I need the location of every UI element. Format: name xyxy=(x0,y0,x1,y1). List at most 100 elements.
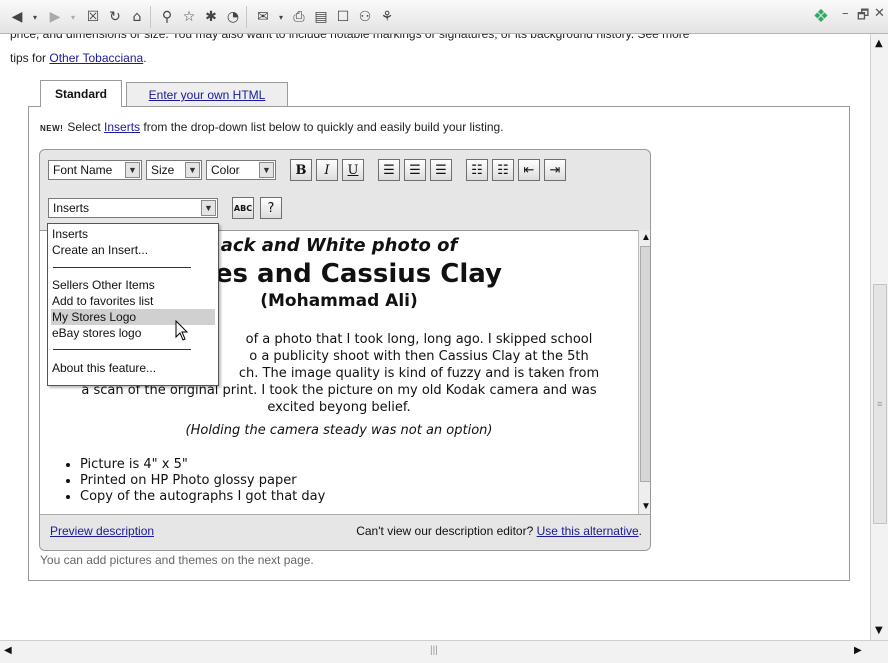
indent-button[interactable]: ⇥ xyxy=(544,159,566,181)
scroll-up-icon[interactable]: ▲ xyxy=(875,38,883,49)
use-alternative-link[interactable]: Use this alternative xyxy=(537,524,639,538)
back-icon[interactable]: ◀ xyxy=(8,8,26,26)
cant-view-text: Can't view our description editor? xyxy=(356,524,537,538)
color-select[interactable]: Color ▼ xyxy=(206,160,276,180)
new-notice-prefix: Select xyxy=(67,120,105,134)
inserts-select-label: Inserts xyxy=(53,201,90,215)
media-icon[interactable]: ✱ xyxy=(202,8,220,26)
intro-line-2: tips for Other Tobacciana. xyxy=(10,51,147,66)
bold-button[interactable]: B xyxy=(290,159,312,181)
page-horizontal-scrollbar[interactable]: ◀ ||| ▶ xyxy=(0,640,888,663)
outdent-button[interactable]: ⇤ xyxy=(518,159,540,181)
discuss-icon[interactable]: ☐ xyxy=(334,8,352,26)
inserts-select[interactable]: Inserts ▼ xyxy=(48,198,218,218)
dropdown-item-sellers-other-items[interactable]: Sellers Other Items xyxy=(51,277,215,293)
doc-para-line: excited beyong belief. xyxy=(267,400,411,415)
size-select[interactable]: Size ▼ xyxy=(146,160,202,180)
align-center-button[interactable]: ☰ xyxy=(404,159,426,181)
align-right-button[interactable]: ☰ xyxy=(430,159,452,181)
list-item: Picture is 4" x 5" xyxy=(80,457,325,473)
browser-toolbar: ◀ ▾ ▶ ▾ ☒ ↻ ⌂ ⚲ ☆ ✱ ◔ ✉ ▾ ⎙ ▤ ☐ ⚇ ⚘ ❖ – … xyxy=(0,0,888,34)
mail-icon[interactable]: ✉ xyxy=(254,8,272,26)
underline-button[interactable]: U xyxy=(342,159,364,181)
alternative-editor-note: Can't view our description editor? Use t… xyxy=(356,524,642,538)
edit-icon[interactable]: ▤ xyxy=(312,8,330,26)
spell-check-button[interactable]: ABC xyxy=(232,197,254,219)
print-icon[interactable]: ⎙ xyxy=(290,8,308,26)
numbered-list-button[interactable]: ☷ xyxy=(466,159,488,181)
page-vertical-scrollbar[interactable]: ▲ ≡ ▼ xyxy=(870,34,888,640)
history-icon[interactable]: ◔ xyxy=(224,8,242,26)
mouse-pointer-icon xyxy=(175,320,189,341)
inserts-toolbar: Inserts ▼ ABC ? xyxy=(48,196,282,220)
inserts-dropdown-menu: Inserts Create an Insert... Sellers Othe… xyxy=(47,223,219,386)
research-icon[interactable]: ⚘ xyxy=(378,8,396,26)
scrollbar-grip-icon: ||| xyxy=(430,645,438,656)
messenger-icon[interactable]: ⚇ xyxy=(356,8,374,26)
tab-enter-own-html[interactable]: Enter your own HTML xyxy=(126,82,288,107)
toolbar-separator xyxy=(150,6,151,28)
dropdown-item-about-feature[interactable]: About this feature... xyxy=(51,360,215,376)
size-label: Size xyxy=(151,163,175,177)
font-name-select[interactable]: Font Name ▼ xyxy=(48,160,142,180)
format-toolbar: Font Name ▼ Size ▼ Color ▼ B I U ☰ ☰ ☰ ☷… xyxy=(48,158,566,182)
bullet-list-icon: ☷ xyxy=(497,162,509,178)
scroll-right-icon[interactable]: ▶ xyxy=(854,645,862,656)
restore-button[interactable]: 🗗 xyxy=(857,6,869,28)
minimize-button[interactable]: – xyxy=(842,6,849,21)
dropdown-divider xyxy=(53,349,191,350)
doc-italic-line: (Holding the camera steady was not an op… xyxy=(185,423,493,438)
bullet-list-button[interactable]: ☷ xyxy=(492,159,514,181)
align-left-button[interactable]: ☰ xyxy=(378,159,400,181)
windows-logo-icon: ❖ xyxy=(812,5,830,27)
list-item: Copy of the autographs I got that day xyxy=(80,489,325,505)
document-scrollbar[interactable]: ▲ ▼ xyxy=(638,230,650,514)
list-item: Printed on HP Photo glossy paper xyxy=(80,473,325,489)
help-button[interactable]: ? xyxy=(260,197,282,219)
indent-icon: ⇥ xyxy=(549,162,561,178)
doc-bullet-list: Picture is 4" x 5" Printed on HP Photo g… xyxy=(68,457,325,505)
chevron-down-icon: ▼ xyxy=(125,162,140,178)
dropdown-item-create-insert[interactable]: Create an Insert... xyxy=(51,242,215,258)
search-icon[interactable]: ⚲ xyxy=(158,8,176,26)
home-icon[interactable]: ⌂ xyxy=(128,8,146,26)
italic-button[interactable]: I xyxy=(316,159,338,181)
help-icon: ? xyxy=(267,200,275,216)
dropdown-divider xyxy=(53,267,191,268)
font-name-label: Font Name xyxy=(53,163,113,177)
intro-suffix: . xyxy=(143,51,147,65)
favorites-icon[interactable]: ☆ xyxy=(180,8,198,26)
new-badge: NEW! xyxy=(40,124,64,133)
align-right-icon: ☰ xyxy=(435,162,447,178)
outdent-icon: ⇤ xyxy=(523,162,535,178)
inserts-link[interactable]: Inserts xyxy=(104,120,140,134)
forward-icon[interactable]: ▶ xyxy=(46,8,64,26)
dropdown-item-inserts[interactable]: Inserts xyxy=(51,226,215,242)
scroll-left-icon[interactable]: ◀ xyxy=(4,645,12,656)
tab-standard[interactable]: Standard xyxy=(40,80,122,107)
intro-prefix: tips for xyxy=(10,51,50,65)
back-dropdown-icon[interactable]: ▾ xyxy=(26,8,44,26)
scroll-down-icon[interactable]: ▼ xyxy=(875,625,883,636)
preview-description-link[interactable]: Preview description xyxy=(50,524,154,538)
chevron-down-icon: ▼ xyxy=(185,162,200,178)
align-left-icon: ☰ xyxy=(383,162,395,178)
scrollbar-thumb[interactable] xyxy=(640,246,650,482)
scroll-up-icon[interactable]: ▲ xyxy=(641,232,650,243)
add-pictures-note: You can add pictures and themes on the n… xyxy=(40,553,314,567)
refresh-icon[interactable]: ↻ xyxy=(106,8,124,26)
page-content: price, and dimensions or size. You may a… xyxy=(0,34,870,640)
toolbar-separator xyxy=(246,6,247,28)
dropdown-item-add-to-favorites[interactable]: Add to favorites list xyxy=(51,293,215,309)
close-button[interactable]: ✕ xyxy=(874,6,885,21)
scroll-down-icon[interactable]: ▼ xyxy=(641,501,650,512)
stop-icon[interactable]: ☒ xyxy=(84,8,102,26)
numbered-list-icon: ☷ xyxy=(471,162,483,178)
spell-check-icon: ABC xyxy=(233,203,253,213)
other-tobacciana-link[interactable]: Other Tobacciana xyxy=(49,51,143,65)
align-center-icon: ☰ xyxy=(409,162,421,178)
forward-dropdown-icon[interactable]: ▾ xyxy=(64,8,82,26)
color-label: Color xyxy=(211,163,240,177)
alternative-suffix: . xyxy=(638,524,642,538)
mail-dropdown-icon[interactable]: ▾ xyxy=(272,8,290,26)
